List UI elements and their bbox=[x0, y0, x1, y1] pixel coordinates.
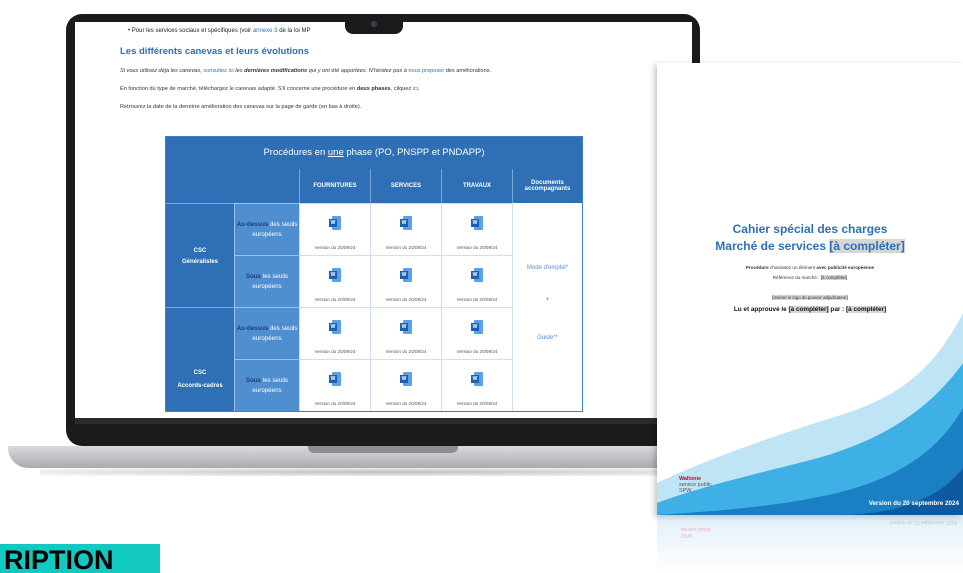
procedure-line: Procédure choisissez un élément avec pub… bbox=[745, 265, 875, 270]
download-cell[interactable]: W Version du 20/09/24 bbox=[370, 307, 441, 359]
word-doc-icon[interactable]: W bbox=[329, 320, 341, 334]
laptop-notch bbox=[345, 14, 403, 34]
document-version: Version du 20 septembre 2024 bbox=[868, 500, 959, 507]
col-header-documents: Documents accompagnants bbox=[512, 169, 582, 203]
section-title: Les différents canevas et leurs évolutio… bbox=[120, 46, 310, 57]
camera-icon bbox=[371, 21, 377, 27]
download-cell[interactable]: W Version du 20/09/24 bbox=[299, 359, 370, 411]
row-label: Au-dessus des seuils européens bbox=[234, 307, 299, 359]
table-corner bbox=[166, 169, 299, 203]
download-cell[interactable]: W Version du 20/09/24 bbox=[299, 255, 370, 307]
row-label: Sous les seuils européens bbox=[234, 359, 299, 411]
document-title: Cahier spécial des charges bbox=[732, 222, 888, 236]
document-subtitle: Marché de services [à compléter] bbox=[715, 239, 905, 253]
download-cell[interactable]: W Version du 20/09/24 bbox=[370, 255, 441, 307]
screen-bottom-bar bbox=[75, 418, 692, 424]
download-cell[interactable]: W Version du 20/09/24 bbox=[441, 255, 512, 307]
col-header-services: SERVICES bbox=[370, 169, 441, 203]
consult-link[interactable]: consultez ici bbox=[203, 68, 233, 74]
word-doc-icon[interactable]: W bbox=[471, 372, 483, 386]
laptop-base bbox=[8, 446, 760, 468]
word-doc-icon[interactable]: W bbox=[400, 372, 412, 386]
download-cell[interactable]: W Version du 20/09/24 bbox=[299, 203, 370, 255]
download-cell[interactable]: W Version du 20/09/24 bbox=[441, 359, 512, 411]
procedures-table: Procédures en une phase (PO, PNSPP et PN… bbox=[165, 136, 583, 412]
download-cell[interactable]: W Version du 20/09/24 bbox=[441, 203, 512, 255]
bullet-line: • Pour les services sociaux et spécifiqu… bbox=[128, 28, 311, 34]
row-label: Sous les seuils européens bbox=[234, 255, 299, 307]
group-generalistes: CSC Généralistes bbox=[166, 203, 234, 307]
reference-line: Référence du marché : [à compléter] bbox=[772, 275, 848, 280]
documents-column: Mode d'emploi* + Guide** bbox=[512, 203, 582, 411]
col-header-fournitures: FOURNITURES bbox=[299, 169, 370, 203]
download-cell[interactable]: W Version du 20/09/24 bbox=[441, 307, 512, 359]
propose-link[interactable]: nous proposer bbox=[408, 68, 444, 74]
laptop-screen: • Pour les services sociaux et spécifiqu… bbox=[75, 22, 692, 424]
wallonie-logo: Wallonie service public SPW bbox=[679, 476, 712, 494]
paragraph-modifications: Si vous utilisez déjà les canevas, consu… bbox=[120, 68, 492, 74]
document-reflection: Version du 20 septembre 2024 SPW service… bbox=[657, 515, 963, 573]
base-slot bbox=[308, 446, 458, 453]
word-doc-icon[interactable]: W bbox=[329, 372, 341, 386]
table-title: Procédures en une phase (PO, PNSPP et PN… bbox=[166, 137, 582, 169]
download-cell[interactable]: W Version du 20/09/24 bbox=[370, 359, 441, 411]
cahier-document-cover: Cahier spécial des charges Marché de ser… bbox=[657, 63, 963, 515]
word-doc-icon[interactable]: W bbox=[329, 216, 341, 230]
word-doc-icon[interactable]: W bbox=[400, 320, 412, 334]
annexe-link[interactable]: annexe 3 bbox=[253, 28, 278, 34]
group-accords-cadres: CSC Accords-cadres bbox=[166, 307, 234, 411]
row-label: Au-dessus des seuils européens bbox=[234, 203, 299, 255]
approved-line: Lu et approuvé le [à compléter] par : [à… bbox=[733, 306, 887, 313]
plus-sign: + bbox=[545, 297, 550, 303]
download-cell[interactable]: W Version du 20/09/24 bbox=[299, 307, 370, 359]
word-doc-icon[interactable]: W bbox=[400, 268, 412, 282]
laptop-shadow bbox=[40, 468, 740, 476]
word-doc-icon[interactable]: W bbox=[471, 320, 483, 334]
download-cell[interactable]: W Version du 20/09/24 bbox=[370, 203, 441, 255]
logo-placeholder: [Insérer le logo du pouvoir adjudicateur… bbox=[772, 295, 848, 300]
mode-emploi-link[interactable]: Mode d'emploi* bbox=[513, 265, 582, 271]
description-badge: RIPTION bbox=[0, 544, 160, 573]
paragraph-download: En fonction du type de marché, télécharg… bbox=[120, 86, 420, 92]
word-doc-icon[interactable]: W bbox=[329, 268, 341, 282]
paragraph-date: Retrouvez la date de la dernière amélior… bbox=[120, 104, 362, 110]
word-doc-icon[interactable]: W bbox=[471, 268, 483, 282]
word-doc-icon[interactable]: W bbox=[400, 216, 412, 230]
wave-decoration bbox=[657, 313, 963, 515]
col-header-travaux: TRAVAUX bbox=[441, 169, 512, 203]
word-doc-icon[interactable]: W bbox=[471, 216, 483, 230]
guide-link[interactable]: Guide** bbox=[513, 335, 582, 341]
